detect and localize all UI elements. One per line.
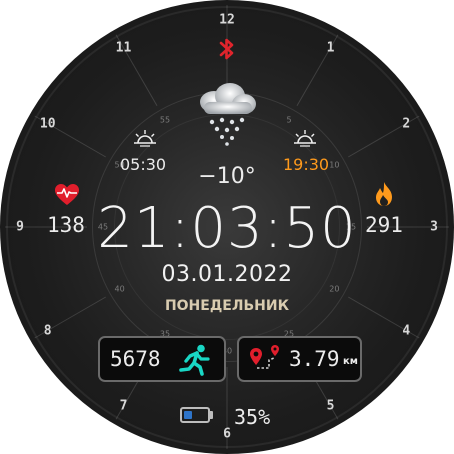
hour-numeral: 2 (402, 116, 411, 131)
hour-numeral: 11 (115, 40, 132, 56)
steps-value: 5678 (110, 347, 161, 371)
sunrise-icon (134, 130, 156, 147)
snow-cloud-icon (200, 83, 256, 146)
steps-panel[interactable]: 5678 (98, 336, 226, 382)
battery-percent: 35% (234, 405, 271, 429)
hour-numeral: 1 (326, 40, 335, 56)
seconds-numeral: 5 (286, 115, 292, 125)
running-person-icon (179, 344, 210, 376)
sunset-icon (294, 130, 316, 147)
hour-numeral: 7 (119, 398, 128, 414)
hour-numeral: 5 (326, 398, 335, 414)
clock-time: 21:03:50 (97, 196, 357, 261)
watch-face: 121234567891011 51015202530354045505560 (0, 0, 454, 454)
route-icon (250, 345, 279, 369)
battery-fill (184, 411, 192, 419)
hour-numeral: 8 (43, 323, 52, 338)
battery-icon (180, 407, 210, 423)
weekday: ПОНЕДЕЛЬНИК (164, 298, 290, 314)
date: 03.01.2022 (161, 262, 293, 287)
bluetooth-icon (219, 38, 234, 60)
hour-numeral: 4 (402, 323, 411, 338)
hour-numeral: 6 (223, 426, 231, 442)
battery-tip (210, 411, 213, 419)
hour-numeral: 10 (39, 116, 56, 131)
seconds-numeral: 55 (159, 115, 171, 125)
distance-panel[interactable]: 3.79 км (237, 336, 362, 382)
distance-unit: км (343, 356, 358, 367)
distance-value: 3.79 (289, 347, 340, 371)
hour-numeral: 12 (219, 12, 235, 28)
